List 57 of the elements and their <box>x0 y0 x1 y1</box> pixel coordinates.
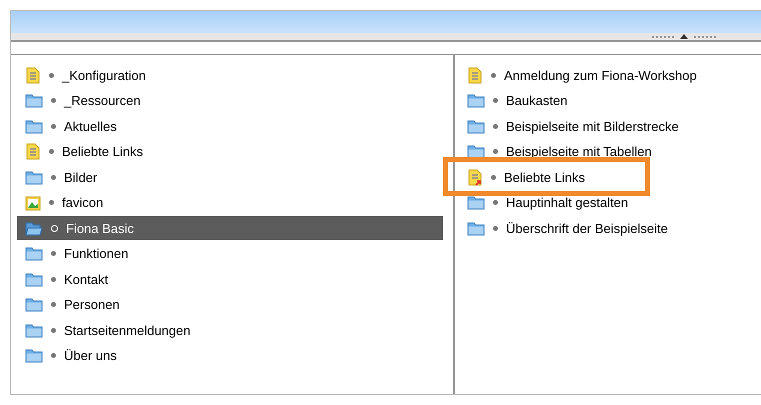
list-item[interactable]: Überschrift der Beispielseite <box>506 220 668 236</box>
folder-icon <box>25 272 43 286</box>
tree-item[interactable]: Fiona Basic <box>17 216 443 240</box>
bullet-icon <box>493 200 498 205</box>
bullet-icon <box>49 200 54 205</box>
bullet-icon <box>493 98 498 103</box>
bullet-icon <box>51 251 56 256</box>
folder-icon <box>25 348 43 363</box>
folder-icon <box>467 144 485 159</box>
tree-item[interactable]: Kontakt <box>17 267 443 291</box>
tree-item[interactable]: Funktionen <box>17 242 443 266</box>
list-item[interactable]: Beliebte Links <box>504 170 585 184</box>
bullet-icon <box>49 72 54 78</box>
bullet-icon <box>51 124 56 128</box>
bullet-icon <box>51 328 56 332</box>
document-icon <box>25 66 41 84</box>
folder-icon <box>25 246 43 261</box>
bullet-icon <box>493 226 498 230</box>
document-icon <box>467 66 483 84</box>
list-item[interactable]: Hauptinhalt gestalten <box>506 195 628 210</box>
folder-icon <box>467 220 485 236</box>
bullet-icon <box>51 224 58 232</box>
tree-item[interactable]: favicon <box>17 190 443 214</box>
bullet-icon <box>51 276 56 282</box>
bullet-icon <box>493 149 498 154</box>
tree-item[interactable]: Über uns <box>17 344 443 368</box>
bullet-icon <box>49 149 54 154</box>
folder-icon <box>25 322 43 338</box>
bullet-icon <box>51 174 56 180</box>
tree-item[interactable]: Personen <box>17 292 443 316</box>
open-folder-icon <box>25 220 43 236</box>
folder-icon <box>467 118 485 134</box>
tree-item[interactable]: Beliebte Links <box>17 140 443 164</box>
folder-icon <box>25 93 43 108</box>
document-link-icon <box>467 168 483 186</box>
folder-icon <box>467 195 485 210</box>
tree-item[interactable]: Aktuelles <box>17 114 443 138</box>
bullet-icon <box>51 98 56 103</box>
bullet-icon <box>493 124 498 128</box>
image-icon <box>25 194 41 210</box>
folder-icon <box>25 118 43 134</box>
document-icon <box>25 143 41 160</box>
tree-item[interactable]: _Ressourcen <box>17 88 443 112</box>
list-item[interactable]: Beispielseite mit Bilderstrecke <box>506 118 679 134</box>
bullet-icon <box>51 302 56 307</box>
folder-icon <box>25 297 43 312</box>
tree-item[interactable]: Bilder <box>17 165 443 189</box>
bullet-icon <box>491 72 496 78</box>
bullet-icon <box>51 353 56 358</box>
folder-icon <box>467 93 485 108</box>
list-item[interactable]: Anmeldung zum Fiona-Workshop <box>504 68 697 82</box>
tree-item[interactable]: _Konfiguration <box>17 63 443 87</box>
list-item[interactable]: Baukasten <box>506 93 568 108</box>
bullet-icon <box>491 174 496 180</box>
folder-icon <box>25 170 43 184</box>
list-item[interactable]: Beispielseite mit Tabellen <box>506 144 652 159</box>
tree-item[interactable]: Startseitenmeldungen <box>17 318 443 342</box>
